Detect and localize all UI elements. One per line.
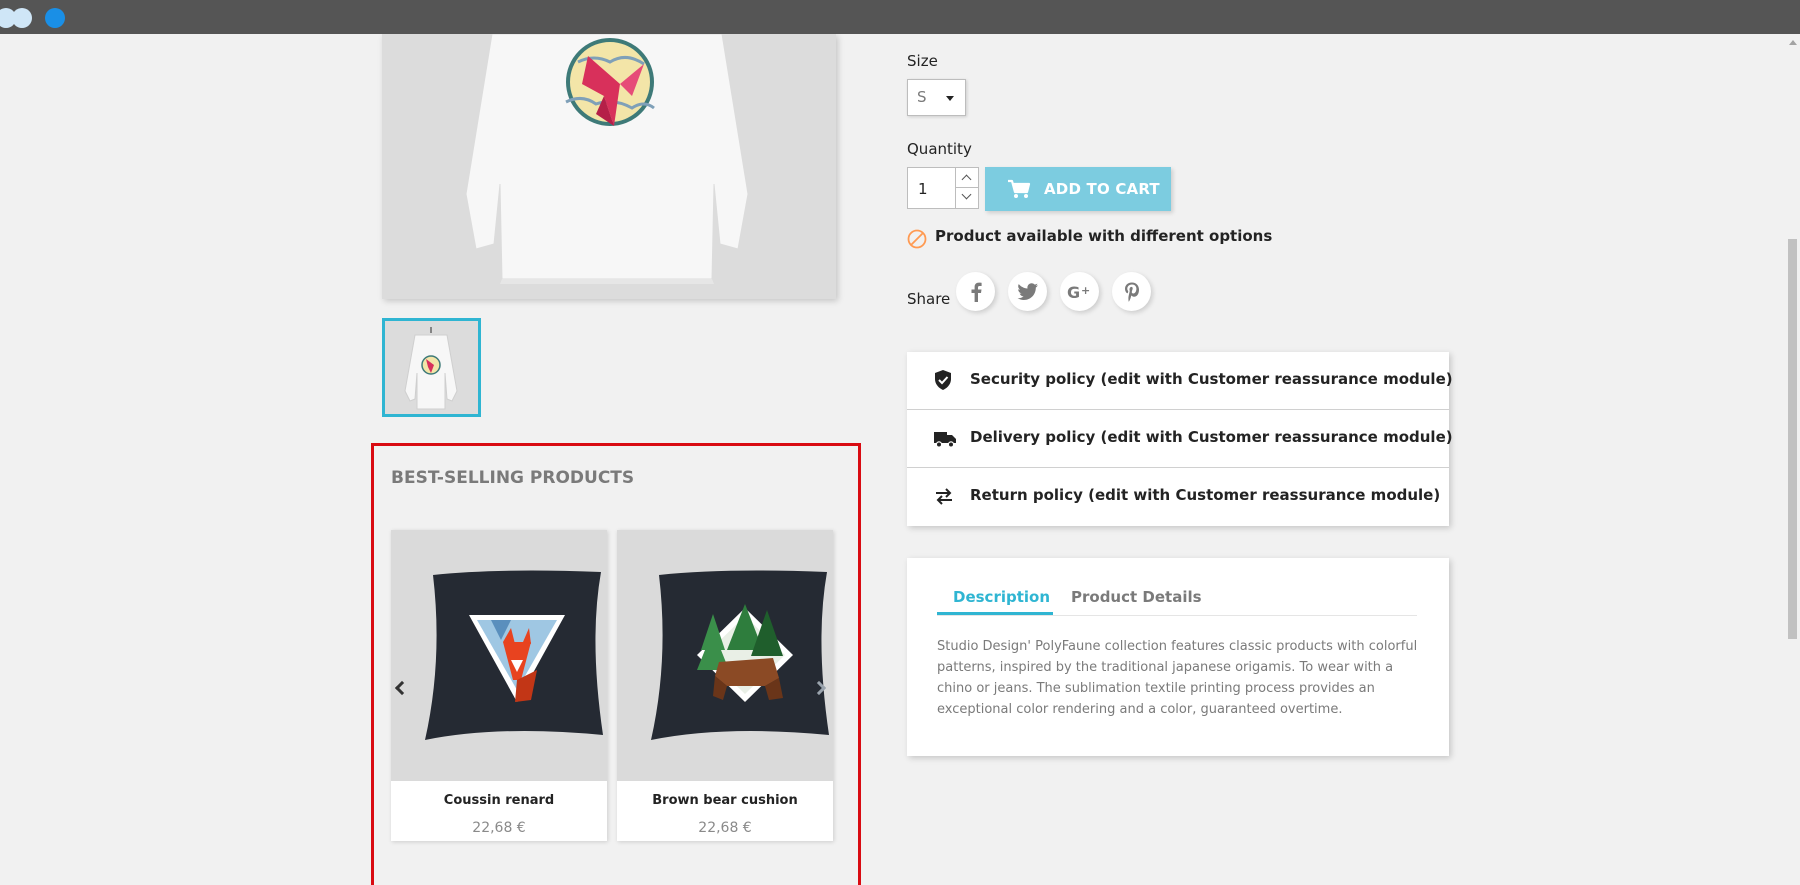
chevron-up-icon (961, 174, 972, 185)
fox-cushion-image (391, 530, 607, 781)
quantity-input[interactable]: 1 (907, 167, 956, 209)
product-description-text: Studio Design' PolyFaune collection feat… (937, 639, 1418, 717)
bestsellers-title: BEST-SELLING PRODUCTS (391, 468, 635, 488)
bestsellers-section: BEST-SELLING PRODUCTS Coussin renard 22, (371, 443, 861, 885)
quantity-decrease-button[interactable] (956, 188, 978, 208)
reassurance-block: Security policy (edit with Customer reas… (907, 352, 1453, 526)
product-card-price: 22,68 € (698, 820, 752, 836)
svg-text:+: + (1081, 284, 1090, 297)
quantity-stepper (956, 167, 979, 209)
reassurance-label: Security policy (edit with Customer reas… (970, 370, 1453, 388)
product-card-image[interactable] (617, 530, 833, 781)
scroll-up-arrow-icon[interactable] (1789, 40, 1797, 45)
tab-product-details[interactable]: Product Details (1071, 588, 1202, 606)
reassurance-label: Delivery policy (edit with Customer reas… (970, 428, 1453, 446)
product-main-image[interactable] (382, 34, 836, 299)
reassurance-item-security: Security policy (edit with Customer reas… (907, 352, 1453, 410)
svg-text:G: G (1067, 283, 1080, 301)
quantity-increase-button[interactable] (956, 168, 978, 188)
size-value: S (917, 88, 927, 106)
reassurance-item-return: Return policy (edit with Customer reassu… (907, 468, 1449, 526)
size-label: Size (907, 52, 938, 70)
product-thumbnail[interactable] (382, 318, 481, 417)
reassurance-item-delivery: Delivery policy (edit with Customer reas… (907, 410, 1453, 468)
tab-description[interactable]: Description (953, 588, 1050, 606)
pinterest-share-button[interactable] (1112, 272, 1151, 311)
product-card[interactable]: Brown bear cushion 22,68 € (617, 530, 833, 841)
ban-icon (907, 229, 927, 249)
swap-arrows-icon (936, 488, 952, 505)
product-tabs-card: Description Product Details Studio Desig… (907, 558, 1449, 756)
product-card-name[interactable]: Coussin renard (391, 793, 607, 808)
add-to-cart-button[interactable]: ADD TO CART (985, 167, 1171, 211)
bear-cushion-image (617, 530, 833, 781)
google-plus-icon: G + (1067, 283, 1090, 301)
active-tab-indicator (937, 612, 1053, 615)
chevron-down-icon (961, 189, 972, 200)
window-control-dot[interactable] (12, 8, 32, 28)
twitter-share-button[interactable] (1008, 272, 1047, 311)
caret-down-icon (946, 96, 954, 101)
shield-check-icon (935, 370, 951, 390)
product-card-name[interactable]: Brown bear cushion (617, 793, 833, 808)
tshirt-image (382, 34, 836, 299)
availability-text: Product available with different options (935, 227, 1273, 245)
product-card-image[interactable] (391, 530, 607, 781)
twitter-icon (1016, 282, 1038, 300)
tabs-divider (937, 615, 1417, 616)
product-page: Size S Quantity 1 ADD TO CART Product av… (0, 34, 1785, 885)
scrollbar-thumb[interactable] (1788, 239, 1797, 639)
quantity-label: Quantity (907, 140, 972, 158)
facebook-share-button[interactable] (956, 272, 995, 311)
facebook-icon (971, 282, 982, 302)
size-select[interactable]: S (907, 79, 966, 116)
pinterest-icon (1124, 282, 1139, 301)
window-titlebar (0, 0, 1800, 34)
share-label: Share (907, 290, 951, 308)
reassurance-label: Return policy (edit with Customer reassu… (970, 486, 1441, 504)
product-card[interactable]: Coussin renard 22,68 € (391, 530, 607, 841)
tshirt-thumbnail-image (385, 321, 478, 414)
add-to-cart-label: ADD TO CART (1044, 180, 1160, 198)
google-plus-share-button[interactable]: G + (1060, 272, 1099, 311)
window-control-dot[interactable] (45, 8, 65, 28)
shopping-cart-icon (1008, 179, 1031, 198)
vertical-scrollbar[interactable] (1785, 34, 1800, 885)
truck-icon (934, 432, 956, 448)
product-card-price: 22,68 € (472, 820, 526, 836)
